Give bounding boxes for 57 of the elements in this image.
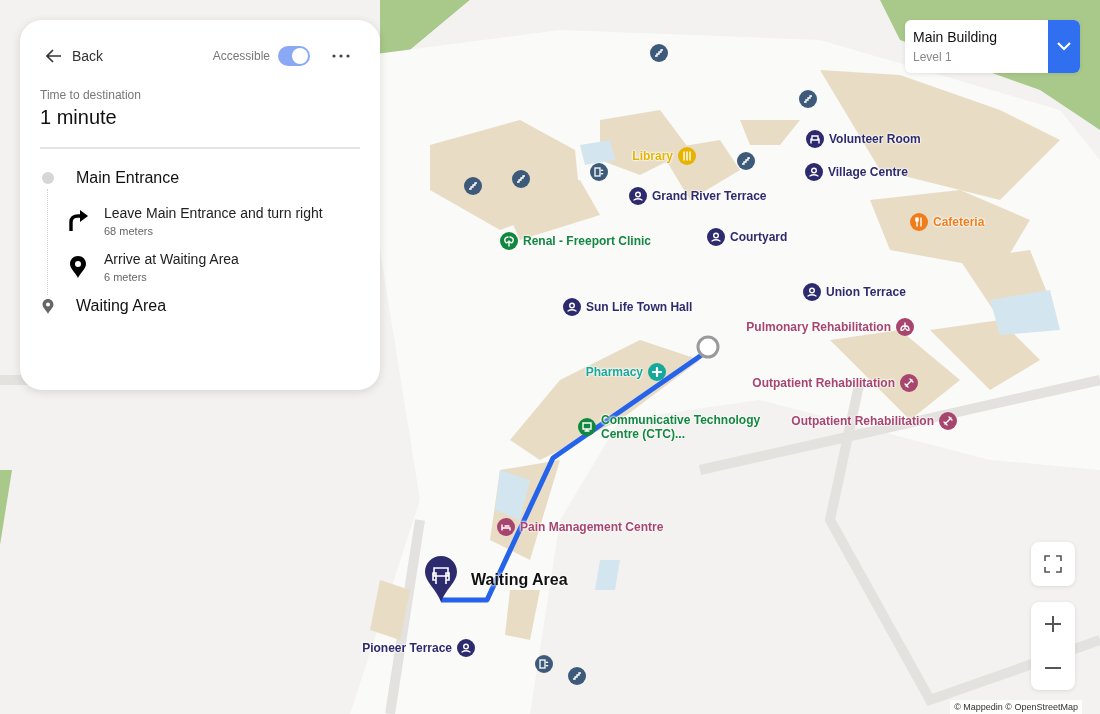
start-location: Main Entrance xyxy=(76,169,180,187)
elevator-icon xyxy=(590,163,608,181)
building-selector[interactable]: Main Building Level 1 xyxy=(905,20,1080,73)
pool-area xyxy=(495,470,530,520)
step-distance: 6 meters xyxy=(104,271,148,283)
place-label: Volunteer Room xyxy=(829,132,921,146)
stairs-icon xyxy=(512,170,530,188)
place-label: Village Centre xyxy=(828,165,908,179)
step-distance: 68 meters xyxy=(104,225,154,237)
pool-area xyxy=(580,140,615,165)
dropdown-button[interactable] xyxy=(1048,20,1080,73)
time-label: Time to destination xyxy=(40,88,142,102)
fullscreen-button[interactable] xyxy=(1031,542,1075,586)
stairs-icon xyxy=(568,667,586,685)
time-value: 1 minute xyxy=(40,106,118,129)
stairs-icon xyxy=(650,44,668,62)
place-label: Cafeteria xyxy=(933,215,985,229)
back-button[interactable]: Back xyxy=(40,48,104,64)
place-label: Pioneer Terrace xyxy=(362,641,452,655)
step-instruction: Leave Main Entrance and turn right xyxy=(104,205,323,221)
accessible-toggle[interactable] xyxy=(278,46,310,66)
map-attribution: © Mappedin © OpenStreetMap xyxy=(950,700,1082,714)
more-options-icon[interactable] xyxy=(332,54,350,58)
stairs-icon xyxy=(799,90,817,108)
elevator-icon xyxy=(535,655,553,673)
place-label: Courtyard xyxy=(730,230,788,244)
place-label: Sun Life Town Hall xyxy=(586,300,693,314)
pool-area xyxy=(990,290,1060,335)
accessible-label: Accessible xyxy=(212,49,270,63)
chevron-down-icon xyxy=(1057,42,1071,51)
pin-icon xyxy=(68,256,88,278)
building-block xyxy=(370,580,410,640)
level-name: Level 1 xyxy=(913,50,953,64)
end-location: Waiting Area xyxy=(76,297,167,315)
stairs-icon xyxy=(464,177,482,195)
pin-icon xyxy=(41,298,55,314)
start-dot-icon xyxy=(41,172,55,184)
fullscreen-icon xyxy=(1044,555,1062,573)
plus-icon xyxy=(1045,616,1061,632)
turn-right-icon xyxy=(68,210,88,232)
chair-pin-icon xyxy=(425,556,457,602)
back-arrow-icon xyxy=(46,49,62,63)
place-label: Library xyxy=(632,149,673,163)
place-label: Grand River Terrace xyxy=(652,189,767,203)
place-label: Pharmacy xyxy=(585,365,643,379)
step-instruction: Arrive at Waiting Area xyxy=(104,251,239,267)
place-label: Outpatient Rehabilitation xyxy=(791,414,934,428)
minus-icon xyxy=(1045,667,1061,669)
stairs-icon xyxy=(737,152,755,170)
pool-area xyxy=(595,560,620,590)
place-label: Outpatient Rehabilitation xyxy=(752,376,895,390)
place-label: Renal - Freeport Clinic xyxy=(523,234,652,248)
building-name: Main Building xyxy=(913,29,999,45)
place-label: Union Terrace xyxy=(826,285,906,299)
place-label: Pulmonary Rehabilitation xyxy=(746,320,891,334)
start-marker-icon xyxy=(696,335,720,359)
building-block xyxy=(505,590,540,640)
